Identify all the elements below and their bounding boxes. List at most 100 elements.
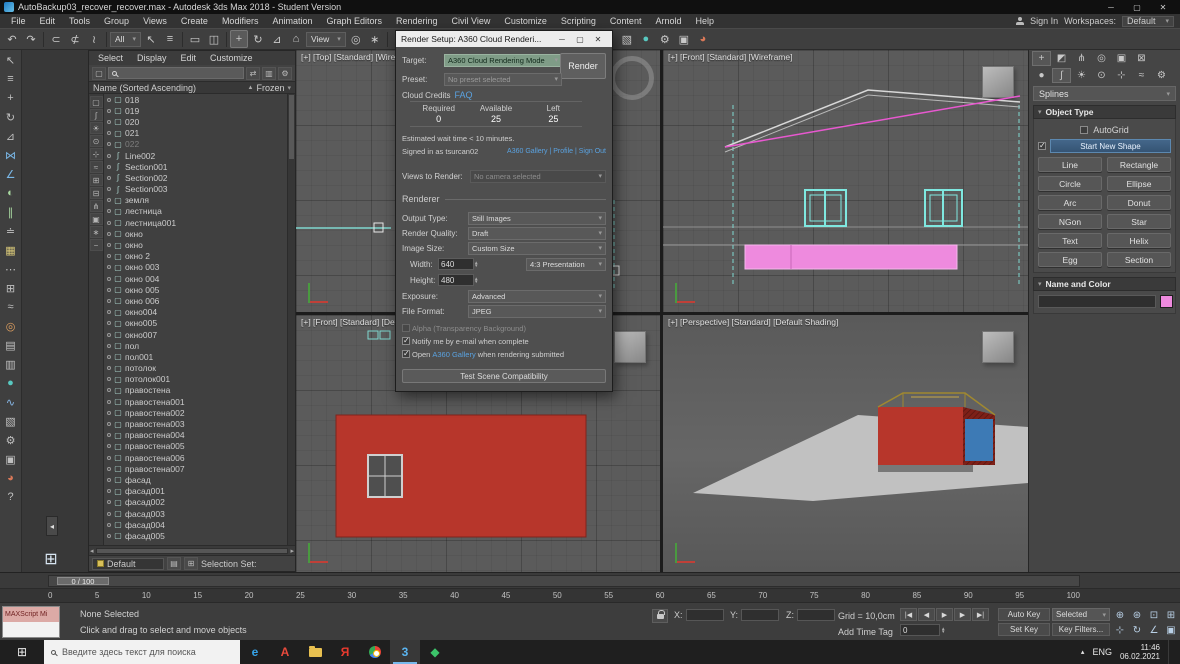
- taskbar-search[interactable]: Введите здесь текст для поиска: [44, 640, 240, 664]
- menu-civil-view[interactable]: Civil View: [445, 16, 498, 26]
- preset-dropdown[interactable]: No preset selected ▾: [444, 73, 562, 86]
- scene-object-row[interactable]: ▢окно 003: [104, 262, 287, 273]
- autogrid-checkbox[interactable]: [1080, 126, 1088, 134]
- shape-button-rectangle[interactable]: Rectangle: [1107, 157, 1171, 172]
- scene-object-row[interactable]: ∫Line002: [104, 150, 287, 161]
- selection-filter-dropdown[interactable]: All▾: [110, 32, 141, 47]
- geometry-category-icon[interactable]: ●: [1032, 68, 1051, 83]
- visibility-icon[interactable]: [107, 366, 111, 370]
- scene-object-row[interactable]: ▢фасад001: [104, 486, 287, 497]
- scene-object-row[interactable]: ▢окно: [104, 239, 287, 250]
- scene-object-row[interactable]: ▢фасад004: [104, 519, 287, 530]
- visibility-icon[interactable]: [107, 411, 111, 415]
- render-setup-icon[interactable]: ⚙: [2, 432, 20, 448]
- undo-icon[interactable]: ↶: [3, 30, 21, 48]
- create-tab-icon[interactable]: +: [1032, 51, 1051, 66]
- visibility-icon[interactable]: [107, 512, 111, 516]
- display-shapes-icon[interactable]: ∫: [90, 109, 103, 121]
- open-gallery-checkbox-row[interactable]: Open A360 Gallery when rendering submitt…: [402, 350, 564, 359]
- maximize-viewport-icon[interactable]: ▣: [1163, 623, 1179, 637]
- scene-object-row[interactable]: ∫Section001: [104, 161, 287, 172]
- tray-expand-icon[interactable]: ▴: [1081, 648, 1085, 656]
- open-gallery-checkbox[interactable]: [402, 350, 410, 358]
- start-button[interactable]: ⊞: [0, 640, 44, 664]
- y-coordinate-field[interactable]: [741, 609, 779, 621]
- unlink-selection-icon[interactable]: ⊄: [66, 30, 84, 48]
- visibility-icon[interactable]: [107, 523, 111, 527]
- shapes-category-icon[interactable]: ∫: [1052, 68, 1071, 83]
- scene-object-row[interactable]: ▢020: [104, 116, 287, 127]
- scene-object-row[interactable]: ▢окно004: [104, 307, 287, 318]
- maximize-icon[interactable]: ▢: [1124, 0, 1150, 14]
- taskbar-chrome-icon[interactable]: [360, 640, 390, 664]
- visibility-icon[interactable]: [107, 109, 111, 113]
- menu-group[interactable]: Group: [97, 16, 136, 26]
- current-frame-field[interactable]: [900, 624, 940, 636]
- angle-snap-toggle-icon[interactable]: ∠: [2, 166, 20, 182]
- menu-create[interactable]: Create: [174, 16, 215, 26]
- menu-tools[interactable]: Tools: [62, 16, 97, 26]
- notify-checkbox-row[interactable]: Notify me by e-mail when complete: [402, 337, 529, 346]
- display-cameras-icon[interactable]: ⊙: [90, 135, 103, 147]
- select-and-rotate-icon[interactable]: ↻: [249, 30, 267, 48]
- display-space-warps-icon[interactable]: ≈: [90, 161, 103, 173]
- sync-selection-icon[interactable]: ⇄: [246, 67, 260, 80]
- select-and-manipulate-icon[interactable]: ∗: [366, 30, 384, 48]
- active-layer-field[interactable]: Default: [92, 558, 164, 570]
- visibility-icon[interactable]: [107, 98, 111, 102]
- menu-graph-editors[interactable]: Graph Editors: [319, 16, 389, 26]
- visibility-icon[interactable]: [107, 221, 111, 225]
- scene-object-row[interactable]: ▢пол: [104, 340, 287, 351]
- scene-object-row[interactable]: ▢021: [104, 128, 287, 139]
- motion-tab-icon[interactable]: ◎: [1092, 51, 1111, 66]
- scene-object-row[interactable]: ▢правостена001: [104, 396, 287, 407]
- workspaces-dropdown[interactable]: Default ▾: [1122, 16, 1174, 27]
- toggle-scene-explorer-icon[interactable]: ▤: [2, 337, 20, 353]
- visibility-icon[interactable]: [107, 489, 111, 493]
- previous-frame-button[interactable]: ◀: [918, 608, 935, 621]
- scene-object-row[interactable]: ▢правостена006: [104, 452, 287, 463]
- rectangular-selection-region-icon[interactable]: ▭: [186, 30, 204, 48]
- visibility-icon[interactable]: [107, 400, 111, 404]
- material-editor-icon[interactable]: ●: [2, 375, 20, 391]
- scene-object-row[interactable]: ▢018: [104, 94, 287, 105]
- visibility-icon[interactable]: [107, 377, 111, 381]
- visibility-icon[interactable]: [107, 288, 111, 292]
- scene-explorer-search[interactable]: [108, 67, 244, 79]
- material-editor-icon[interactable]: ●: [637, 30, 655, 48]
- scene-object-row[interactable]: ▢правостена: [104, 385, 287, 396]
- orbit-icon[interactable]: ↻: [1129, 623, 1145, 637]
- aspect-dropdown[interactable]: 4:3 Presentation ▾: [526, 258, 606, 271]
- category-dropdown[interactable]: Splines ▾: [1033, 86, 1176, 101]
- select-and-place-icon[interactable]: ⌂: [287, 30, 305, 48]
- scene-object-list[interactable]: ▢018▢019▢020▢021▢022∫Line002∫Section001∫…: [104, 94, 295, 545]
- scene-object-row[interactable]: ▢окно 006: [104, 295, 287, 306]
- render-setup-icon[interactable]: ⚙: [656, 30, 674, 48]
- scene-object-row[interactable]: ▢лестница: [104, 206, 287, 217]
- show-desktop-button[interactable]: [1168, 640, 1176, 664]
- visibility-icon[interactable]: [107, 444, 111, 448]
- column-settings-icon[interactable]: ⚙: [278, 67, 292, 80]
- visibility-icon[interactable]: [107, 310, 111, 314]
- horizontal-scrollbar[interactable]: ◂ ▸: [89, 545, 295, 555]
- selection-set-icon[interactable]: ⊞: [184, 557, 198, 570]
- select-similar-icon[interactable]: ≈: [2, 299, 20, 315]
- viewport-front-wireframe[interactable]: [+] [Front] [Standard] [Wireframe]: [663, 50, 1028, 312]
- render-quality-dropdown[interactable]: Draft ▾: [468, 227, 606, 240]
- vertical-scrollbar[interactable]: [287, 94, 295, 545]
- taskbar-file-explorer-icon[interactable]: [300, 640, 330, 664]
- visibility-icon[interactable]: [107, 142, 111, 146]
- dock-collapse-button[interactable]: ◂: [46, 516, 58, 536]
- redo-icon[interactable]: ↷: [22, 30, 40, 48]
- helpers-category-icon[interactable]: ⊹: [1112, 68, 1131, 83]
- isolate-selection-icon[interactable]: ◎: [2, 318, 20, 334]
- viewport-label[interactable]: [+] [Perspective] [Standard] [Default Sh…: [668, 317, 838, 327]
- shape-button-helix[interactable]: Helix: [1107, 233, 1171, 248]
- start-new-shape-button[interactable]: Start New Shape: [1050, 139, 1171, 153]
- help-icon[interactable]: ?: [2, 489, 20, 505]
- menu-arnold[interactable]: Arnold: [648, 16, 688, 26]
- taskbar-3ds-max-icon[interactable]: 3: [390, 640, 420, 664]
- explorer-menu-edit[interactable]: Edit: [174, 53, 204, 63]
- selection-lock-toggle[interactable]: [652, 609, 668, 623]
- maximize-icon[interactable]: ▢: [571, 31, 589, 47]
